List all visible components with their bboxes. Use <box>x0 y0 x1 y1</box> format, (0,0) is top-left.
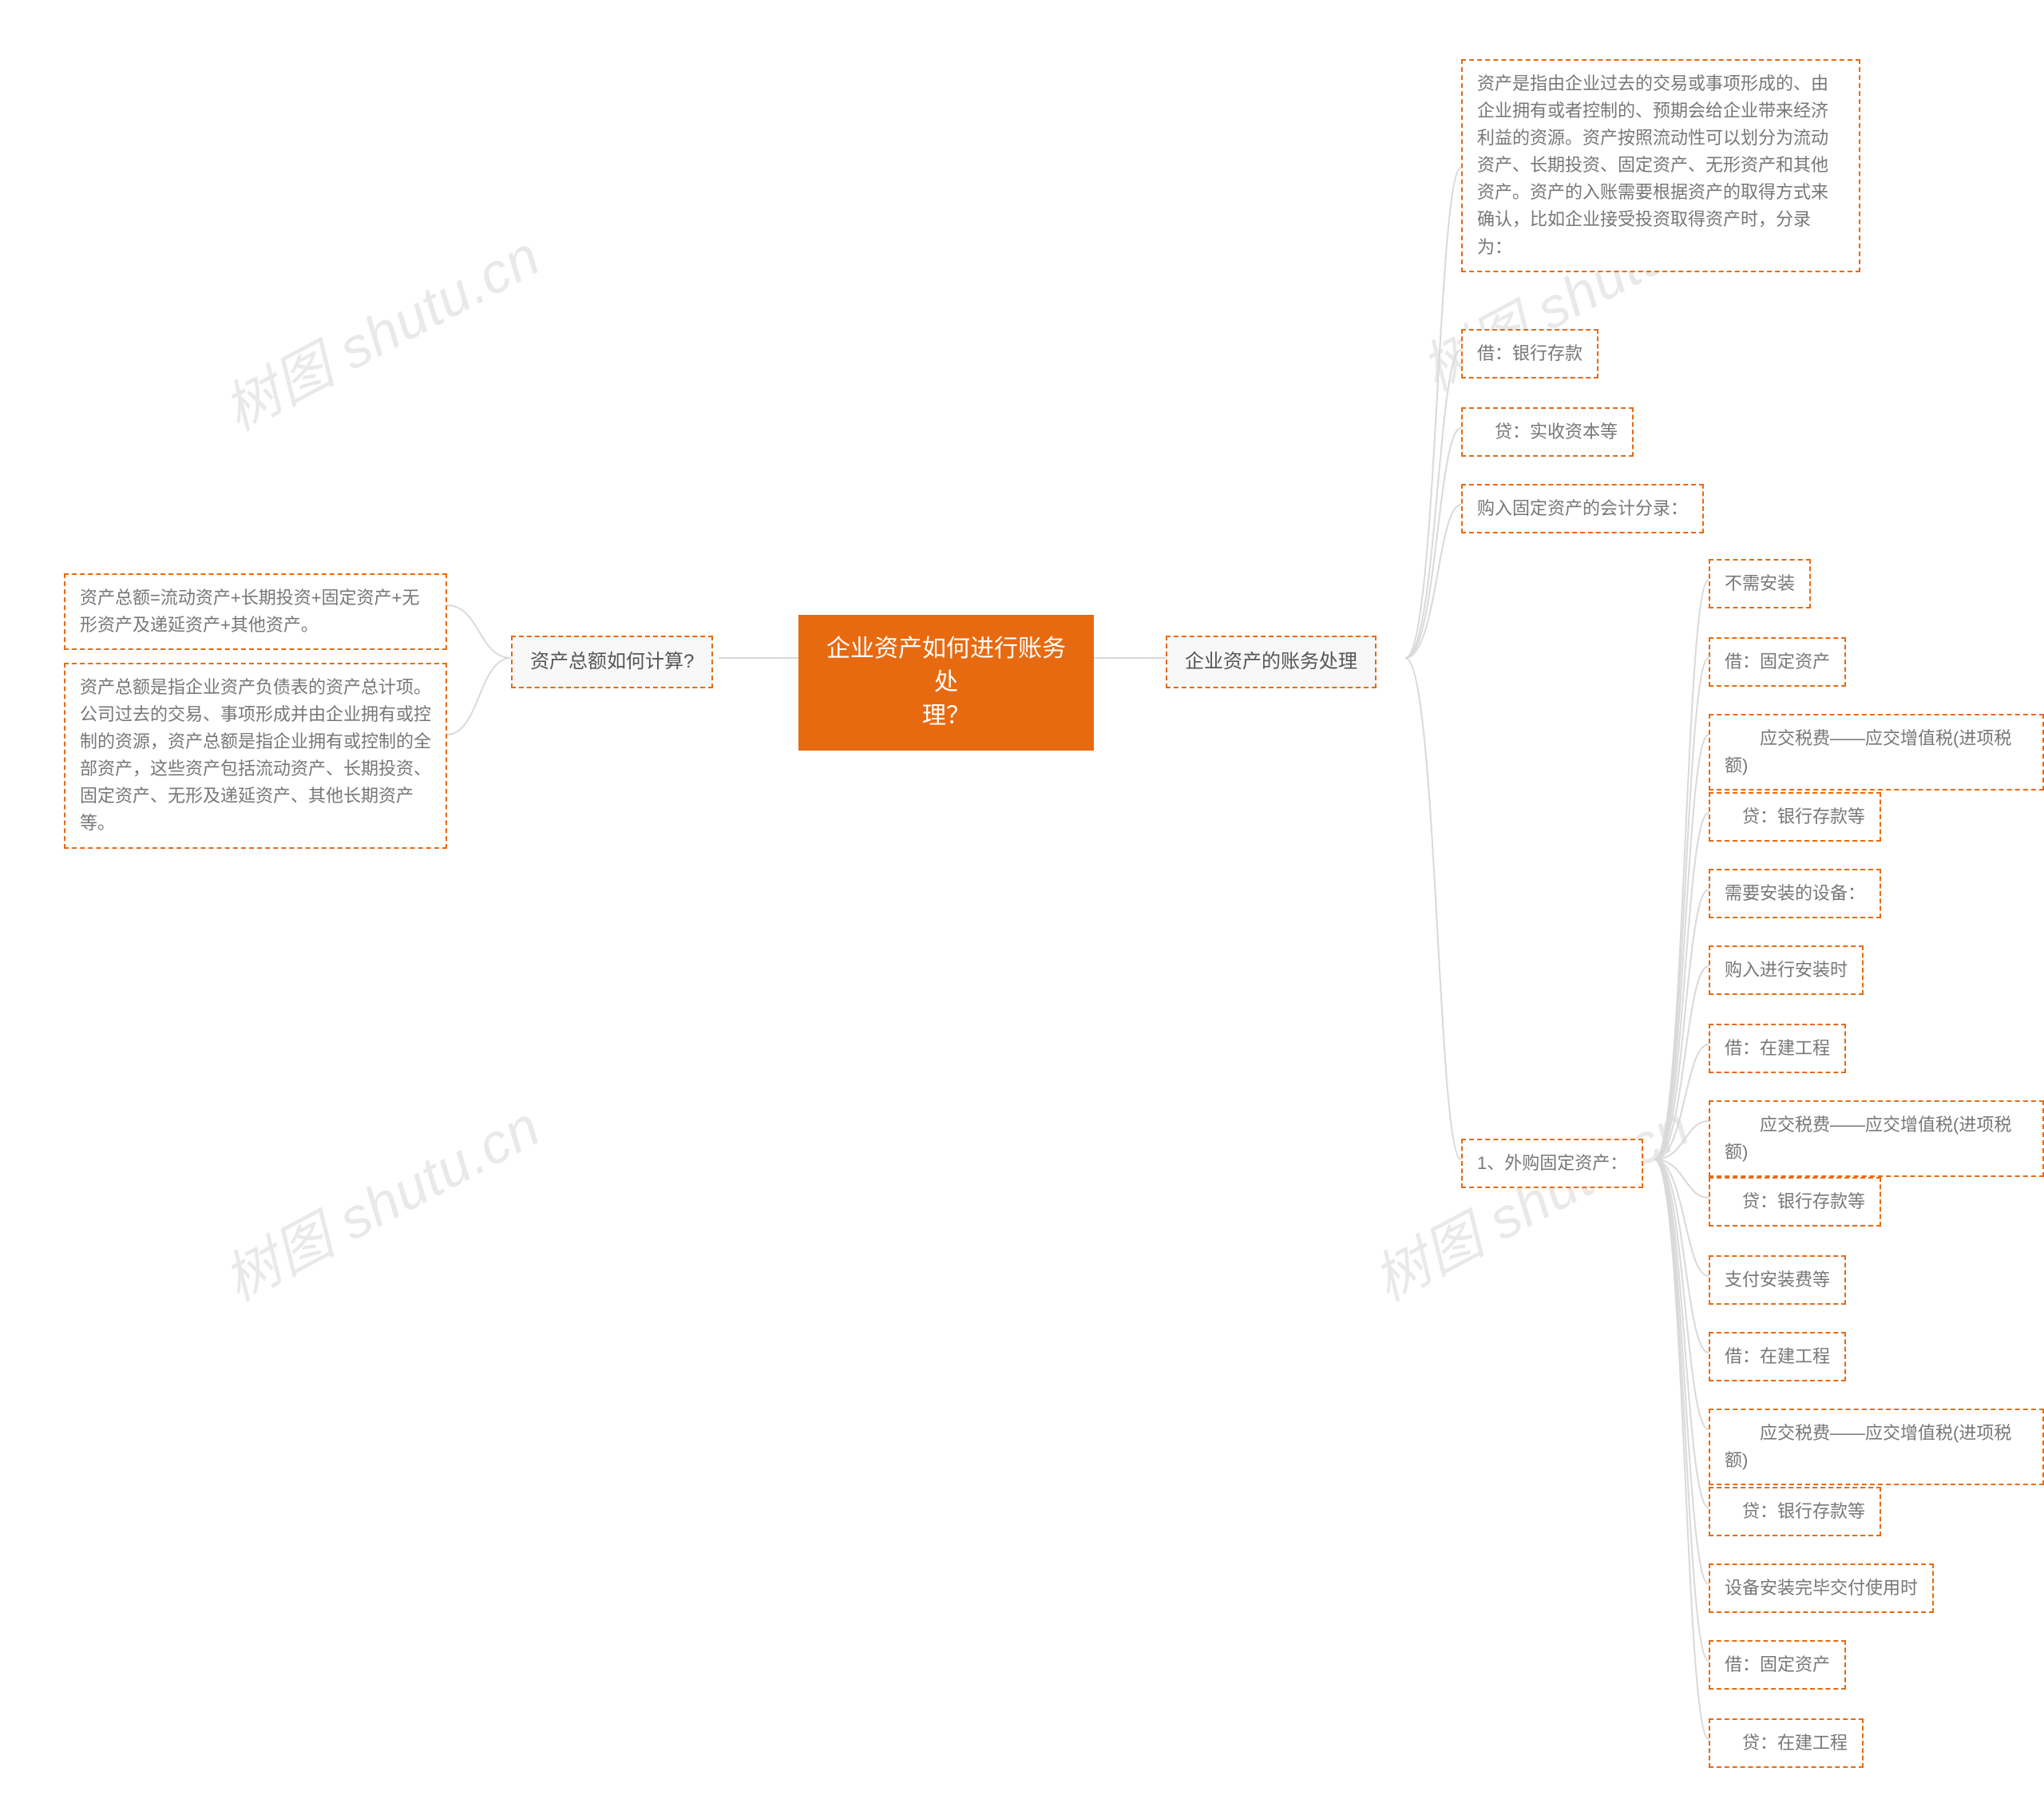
leaf-r1[interactable]: 资产是指由企业过去的交易或事项形成的、由企业拥有或者控制的、预期会给企业带来经济… <box>1461 59 1860 272</box>
leaf-r5[interactable]: 1、外购固定资产： <box>1461 1139 1643 1188</box>
leaf-s4[interactable]: 贷：银行存款等 <box>1709 792 1881 842</box>
leaf-s11[interactable]: 借：在建工程 <box>1709 1332 1846 1381</box>
leaf-s12[interactable]: 应交税费——应交增值税(进项税额) <box>1709 1409 2044 1485</box>
root-node[interactable]: 企业资产如何进行账务处 理？ <box>798 615 1094 751</box>
leaf-s6[interactable]: 购入进行安装时 <box>1709 945 1864 995</box>
leaf-r4[interactable]: 购入固定资产的会计分录： <box>1461 484 1704 533</box>
leaf-s1[interactable]: 不需安装 <box>1709 559 1811 608</box>
leaf-s5[interactable]: 需要安装的设备： <box>1709 869 1881 918</box>
leaf-left-1[interactable]: 资产总额=流动资产+长期投资+固定资产+无形资产及递延资产+其他资产。 <box>64 573 447 650</box>
leaf-s2[interactable]: 借：固定资产 <box>1709 637 1846 687</box>
leaf-s3[interactable]: 应交税费——应交增值税(进项税额) <box>1709 714 2044 791</box>
leaf-s7[interactable]: 借：在建工程 <box>1709 1024 1846 1073</box>
root-text-line1: 企业资产如何进行账务处 <box>826 636 1066 695</box>
leaf-s13[interactable]: 贷：银行存款等 <box>1709 1487 1881 1536</box>
leaf-r2[interactable]: 借：银行存款 <box>1461 329 1598 378</box>
leaf-s10[interactable]: 支付安装费等 <box>1709 1255 1846 1305</box>
leaf-s9[interactable]: 贷：银行存款等 <box>1709 1177 1881 1227</box>
watermark: 树图 shutu.cn <box>208 212 553 446</box>
branch-left[interactable]: 资产总额如何计算? <box>511 636 713 688</box>
watermark: 树图 shutu.cn <box>1357 1083 1702 1317</box>
watermark: 树图 shutu.cn <box>208 1083 553 1317</box>
leaf-s15[interactable]: 借：固定资产 <box>1709 1640 1846 1690</box>
leaf-left-2[interactable]: 资产总额是指企业资产负债表的资产总计项。公司过去的交易、事项形成并由企业拥有或控… <box>64 663 447 849</box>
root-text-line2: 理？ <box>922 703 970 729</box>
leaf-s16[interactable]: 贷：在建工程 <box>1709 1718 1864 1768</box>
leaf-s8[interactable]: 应交税费——应交增值税(进项税额) <box>1709 1100 2044 1177</box>
diagram-canvas: 树图 shutu.cn 树图 shutu.cn 树图 shutu.cn 树图 s… <box>0 0 2044 1815</box>
branch-right[interactable]: 企业资产的账务处理 <box>1166 636 1377 688</box>
leaf-s14[interactable]: 设备安装完毕交付使用时 <box>1709 1563 1934 1613</box>
leaf-r3[interactable]: 贷：实收资本等 <box>1461 407 1634 457</box>
